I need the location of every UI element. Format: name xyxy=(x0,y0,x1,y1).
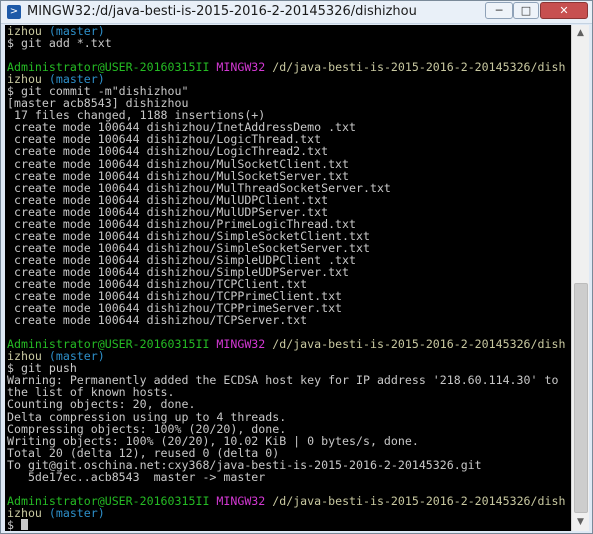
terminal-line: $ git add *.txt xyxy=(7,37,565,49)
terminal-text: $ git add *.txt xyxy=(7,36,112,51)
scroll-up-icon[interactable]: ▲ xyxy=(572,25,589,42)
terminal-line: $ xyxy=(7,519,565,531)
terminal-lines: izhou (master) $ git add *.txt Administrat… xyxy=(7,25,565,531)
prompt-environment: MINGW32 xyxy=(216,60,266,75)
prompt-path: /d/java-besti-is-2015-2016-2-20145326/di… xyxy=(272,60,566,75)
terminal-text: 5de17ec..acb8543 master -> master xyxy=(7,469,266,484)
window-title: MINGW32:/d/java-besti-is-2015-2016-2-201… xyxy=(27,4,417,19)
maximize-button[interactable]: □ xyxy=(513,2,539,19)
prompt-environment: MINGW32 xyxy=(216,493,266,508)
prompt-path: /d/java-besti-is-2015-2016-2-20145326/di… xyxy=(272,493,566,508)
text-cursor xyxy=(20,518,28,530)
title-bar[interactable]: > MINGW32:/d/java-besti-is-2015-2016-2-2… xyxy=(1,1,592,24)
mingw-terminal-window: > MINGW32:/d/java-besti-is-2015-2016-2-2… xyxy=(0,0,593,534)
minimize-button[interactable]: ─ xyxy=(485,2,513,19)
prompt-environment: MINGW32 xyxy=(216,337,266,352)
command-prompt-symbol: $ xyxy=(7,517,21,531)
terminal-line: create mode 100644 dishizhou/TCPServer.t… xyxy=(7,314,565,326)
terminal-app-icon[interactable]: > xyxy=(7,5,21,19)
terminal-line: izhou (master) xyxy=(7,507,565,519)
prompt-path: /d/java-besti-is-2015-2016-2-20145326/di… xyxy=(272,337,566,352)
terminal-line: 5de17ec..acb8543 master -> master xyxy=(7,471,565,483)
terminal-output[interactable]: izhou (master) $ git add *.txt Administrat… xyxy=(5,25,571,531)
close-button[interactable]: ✕ xyxy=(540,2,588,19)
prompt-branch: (master) xyxy=(48,505,105,520)
terminal-text: create mode 100644 dishizhou/TCPServer.t… xyxy=(7,313,308,328)
scrollbar-thumb[interactable] xyxy=(574,283,588,513)
terminal-line: izhou (master) xyxy=(7,350,565,362)
vertical-scrollbar[interactable]: ▲ ▼ xyxy=(571,25,589,531)
scroll-down-icon[interactable]: ▼ xyxy=(572,514,589,531)
